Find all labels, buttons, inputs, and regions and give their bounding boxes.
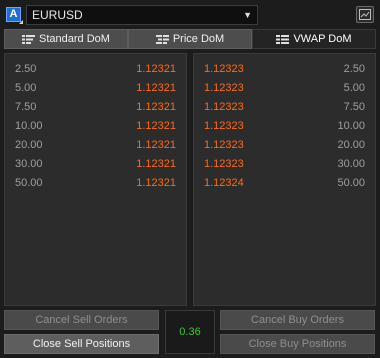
- sell-price: 1.12321: [136, 177, 176, 189]
- account-badge[interactable]: A: [6, 7, 23, 24]
- sell-book-row[interactable]: 20.00 1.12321: [5, 136, 186, 154]
- price-dom-icon: [155, 34, 169, 44]
- sell-book-row[interactable]: 10.00 1.12321: [5, 117, 186, 135]
- tab-standard-dom[interactable]: Standard DoM: [4, 29, 128, 49]
- sell-volume: 7.50: [15, 101, 37, 113]
- buy-book-row[interactable]: 1.12323 30.00: [194, 155, 375, 173]
- tab-price-dom-label: Price DoM: [172, 33, 225, 45]
- buy-price: 1.12323: [204, 63, 244, 75]
- close-buy-positions-button[interactable]: Close Buy Positions: [220, 334, 375, 354]
- chart-icon: [359, 9, 371, 20]
- sell-volume: 50.00: [15, 177, 43, 189]
- vwap-dom-icon: [276, 34, 290, 44]
- chevron-down-icon: ▼: [243, 10, 252, 20]
- tab-vwap-dom-label: VWAP DoM: [293, 33, 352, 45]
- top-bar: A EURUSD ▼: [6, 5, 374, 25]
- standard-dom-icon: [22, 34, 36, 44]
- dom-tabs: Standard DoM Price DoM VWAP DoM: [4, 29, 376, 49]
- badge-corner-indicator: [19, 20, 23, 24]
- buy-book-row[interactable]: 1.12323 20.00: [194, 136, 375, 154]
- sell-volume: 30.00: [15, 158, 43, 170]
- cancel-buy-orders-button[interactable]: Cancel Buy Orders: [220, 310, 375, 330]
- buy-volume: 20.00: [337, 139, 365, 151]
- buy-volume: 50.00: [337, 177, 365, 189]
- symbol-value: EURUSD: [32, 8, 83, 22]
- sell-book-row[interactable]: 7.50 1.12321: [5, 98, 186, 116]
- buy-price: 1.12323: [204, 82, 244, 94]
- spread-value: 0.36: [165, 310, 215, 354]
- sell-price: 1.12321: [136, 82, 176, 94]
- sell-order-book: 2.50 1.12321 5.00 1.12321 7.50 1.12321 1…: [4, 53, 187, 306]
- chart-button[interactable]: [356, 6, 374, 23]
- buy-volume: 10.00: [337, 120, 365, 132]
- account-badge-label: A: [9, 8, 18, 20]
- sell-price: 1.12321: [136, 120, 176, 132]
- buy-book-row[interactable]: 1.12324 50.00: [194, 174, 375, 192]
- buy-book-row[interactable]: 1.12323 5.00: [194, 79, 375, 97]
- buy-book-row[interactable]: 1.12323 10.00: [194, 117, 375, 135]
- tab-price-dom[interactable]: Price DoM: [128, 29, 252, 49]
- buy-book-row[interactable]: 1.12323 2.50: [194, 60, 375, 78]
- sell-volume: 20.00: [15, 139, 43, 151]
- sell-book-row[interactable]: 30.00 1.12321: [5, 155, 186, 173]
- buy-volume: 7.50: [343, 101, 365, 113]
- buy-order-book: 1.12323 2.50 1.12323 5.00 1.12323 7.50 1…: [193, 53, 376, 306]
- sell-book-row[interactable]: 2.50 1.12321: [5, 60, 186, 78]
- tab-standard-dom-label: Standard DoM: [39, 33, 110, 45]
- buy-price: 1.12324: [204, 177, 244, 189]
- buy-price: 1.12323: [204, 139, 244, 151]
- sell-price: 1.12321: [136, 101, 176, 113]
- buy-price: 1.12323: [204, 120, 244, 132]
- sell-volume: 5.00: [15, 82, 37, 94]
- sell-volume: 2.50: [15, 63, 37, 75]
- sell-book-row[interactable]: 50.00 1.12321: [5, 174, 186, 192]
- buy-book-row[interactable]: 1.12323 7.50: [194, 98, 375, 116]
- sell-price: 1.12321: [136, 158, 176, 170]
- buy-volume: 30.00: [337, 158, 365, 170]
- tab-vwap-dom[interactable]: VWAP DoM: [252, 29, 376, 49]
- sell-price: 1.12321: [136, 63, 176, 75]
- sell-volume: 10.00: [15, 120, 43, 132]
- buy-price: 1.12323: [204, 101, 244, 113]
- sell-price: 1.12321: [136, 139, 176, 151]
- buy-volume: 5.00: [343, 82, 365, 94]
- sell-book-row[interactable]: 5.00 1.12321: [5, 79, 186, 97]
- symbol-select[interactable]: EURUSD ▼: [26, 5, 258, 25]
- close-sell-positions-button[interactable]: Close Sell Positions: [4, 334, 159, 354]
- buy-price: 1.12323: [204, 158, 244, 170]
- cancel-sell-orders-button[interactable]: Cancel Sell Orders: [4, 310, 159, 330]
- buy-volume: 2.50: [343, 63, 365, 75]
